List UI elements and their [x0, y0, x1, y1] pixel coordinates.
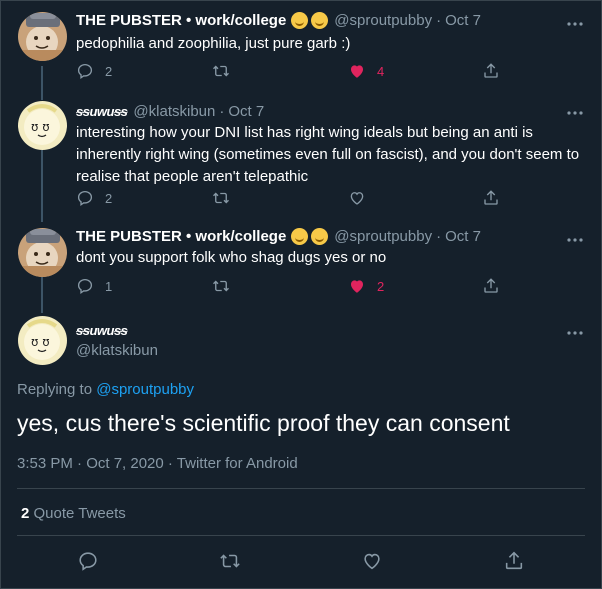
tweet-date[interactable]: Oct 7 — [228, 103, 264, 120]
reply-icon — [77, 190, 93, 207]
tweet-actions: 2 — [76, 189, 586, 209]
share-button[interactable] — [482, 189, 500, 207]
separator: · — [436, 228, 442, 245]
heart-icon — [350, 192, 364, 205]
tweet-date[interactable]: Oct 7 — [445, 12, 481, 29]
divider — [17, 488, 585, 489]
tweet-text: dont you support folk who shag dugs yes … — [76, 249, 387, 266]
user-handle[interactable]: @klatskibun — [133, 103, 215, 120]
tweet-actions: 2 4 — [76, 62, 586, 82]
tweet-header: THE PUBSTER • work/college @sproutpubby … — [76, 12, 481, 29]
share-button[interactable] — [482, 277, 500, 295]
tweet-date[interactable]: Oct 7 — [445, 228, 481, 245]
reply-count: 1 — [105, 278, 113, 294]
like-count: 2 — [377, 278, 385, 294]
share-icon — [505, 551, 523, 570]
focus-header: ᵴᵴuwuᵴᵴ — [76, 323, 128, 338]
svg-text:ʊ ʊ: ʊ ʊ — [31, 335, 50, 349]
replying-to: Replying to @sproutpubby — [17, 381, 194, 398]
like-button[interactable] — [348, 189, 366, 207]
display-name[interactable]: THE PUBSTER • work/college — [76, 228, 286, 245]
tweet-text: yes, cus there's scientific proof they c… — [17, 410, 510, 436]
retweet-button[interactable] — [219, 550, 241, 572]
emoji-icon — [291, 12, 309, 29]
more-icon[interactable] — [566, 103, 584, 119]
focus-actions — [0, 550, 602, 576]
thread-line — [41, 150, 43, 222]
emoji-icon — [311, 12, 329, 29]
divider — [17, 535, 585, 536]
more-icon[interactable] — [566, 230, 584, 246]
reply-count: 2 — [105, 63, 113, 79]
user-handle[interactable]: @klatskibun — [76, 342, 158, 359]
replying-handle-link[interactable]: @sproutpubby — [96, 381, 194, 398]
more-icon[interactable] — [566, 14, 584, 30]
retweet-button[interactable] — [212, 62, 230, 80]
reply-button[interactable] — [77, 550, 99, 572]
tweet-actions: 1 2 — [76, 277, 586, 297]
reply-icon — [79, 552, 97, 571]
reply-count: 2 — [105, 190, 113, 206]
user-handle[interactable]: @sproutpubby — [334, 12, 432, 29]
separator: · — [219, 103, 225, 120]
like-button[interactable]: 2 — [348, 277, 384, 295]
retweet-icon — [213, 192, 229, 204]
display-name[interactable]: ᵴᵴuwuᵴᵴ — [76, 104, 128, 119]
thread-line — [41, 277, 43, 313]
reply-button[interactable]: 1 — [76, 277, 112, 295]
like-button[interactable] — [361, 550, 383, 572]
thread-line — [41, 66, 43, 100]
heart-icon — [364, 553, 380, 570]
share-icon — [484, 278, 498, 293]
retweet-icon — [213, 65, 229, 77]
display-name[interactable]: ᵴᵴuwuᵴᵴ — [76, 323, 128, 338]
display-name[interactable]: THE PUBSTER • work/college — [76, 12, 286, 29]
avatar[interactable] — [18, 12, 67, 61]
retweet-button[interactable] — [212, 189, 230, 207]
retweet-icon — [213, 280, 229, 292]
user-handle[interactable]: @sproutpubby — [334, 228, 432, 245]
avatar[interactable]: ʊ ʊ — [18, 101, 67, 150]
reply-button[interactable]: 2 — [76, 62, 112, 80]
like-button[interactable]: 4 — [348, 62, 384, 80]
like-count: 4 — [377, 63, 385, 79]
share-button[interactable] — [503, 550, 525, 572]
heart-icon — [351, 65, 363, 78]
more-icon[interactable] — [566, 323, 584, 339]
retweet-button[interactable] — [212, 277, 230, 295]
retweet-icon — [220, 554, 240, 568]
tweet-header: ᵴᵴuwuᵴᵴ @klatskibun · Oct 7 — [76, 103, 264, 120]
quote-label: Quote Tweets — [29, 505, 126, 522]
svg-text:ʊ ʊ: ʊ ʊ — [31, 120, 50, 134]
separator: · — [436, 12, 442, 29]
share-icon — [484, 63, 498, 78]
share-button[interactable] — [482, 62, 500, 80]
avatar[interactable] — [18, 228, 67, 277]
avatar[interactable]: ʊ ʊ — [18, 316, 67, 365]
reply-icon — [77, 63, 93, 80]
quote-tweets-link[interactable]: 2 Quote Tweets — [21, 505, 126, 522]
emoji-icon — [291, 228, 309, 245]
tweet-text: pedophilia and zoophilia, just pure garb… — [76, 35, 351, 52]
tweet-meta[interactable]: 3:53 PM · Oct 7, 2020 · Twitter for Andr… — [17, 455, 298, 472]
reply-button[interactable]: 2 — [76, 189, 112, 207]
emoji-icon — [311, 228, 329, 245]
tweet-header: THE PUBSTER • work/college @sproutpubby … — [76, 228, 481, 245]
share-icon — [484, 190, 498, 205]
replying-label: Replying to — [17, 381, 97, 398]
reply-icon — [77, 278, 93, 295]
heart-icon — [351, 280, 363, 293]
tweet-text: interesting how your DNI list has right … — [76, 124, 580, 185]
